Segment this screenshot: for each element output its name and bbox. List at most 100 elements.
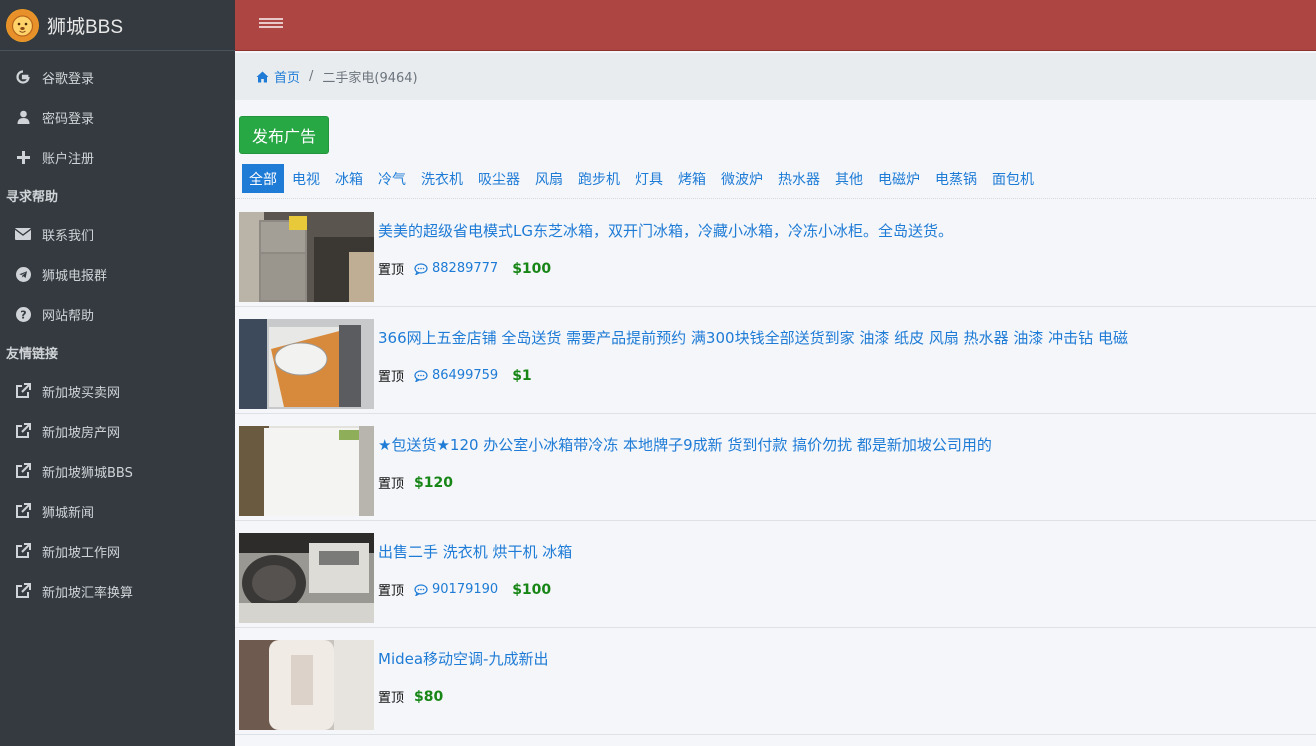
- listing-title[interactable]: 美美的超级省电模式LG东芝冰箱，双开门冰箱，冷藏小冰箱，冷冻小冰柜。全岛送货。: [378, 220, 953, 241]
- pinned-badge: 置顶: [378, 691, 405, 706]
- sidebar: 狮城BBS 谷歌登录 密码登录 账户注册 寻求帮助 联系我们 狮城电报群 ? 网…: [0, 0, 235, 746]
- listing-row: 366网上五金店铺 全岛送货 需要产品提前预约 满300块钱全部送货到家 油漆 …: [235, 307, 1316, 414]
- sidebar-item-password-login[interactable]: 密码登录: [0, 97, 235, 137]
- listing-price: $100: [512, 260, 552, 277]
- category-tab-all[interactable]: 全部: [242, 164, 284, 193]
- category-tab[interactable]: 电蒸锅: [928, 164, 984, 193]
- category-tab[interactable]: 电磁炉: [871, 164, 927, 193]
- plus-icon: [14, 148, 32, 166]
- listing-meta: 置顶 $80: [378, 687, 444, 707]
- listing-title[interactable]: 出售二手 洗衣机 烘干机 冰箱: [378, 541, 572, 562]
- listing-thumbnail[interactable]: [239, 212, 374, 302]
- external-link-icon: [14, 542, 32, 560]
- breadcrumb: 首页 / 二手家电(9464): [235, 53, 1316, 100]
- listing-thumbnail[interactable]: [239, 426, 374, 516]
- sidebar-item-register[interactable]: 账户注册: [0, 137, 235, 177]
- sidebar-item-label: 狮城新闻: [42, 505, 95, 521]
- brand-name: 狮城BBS: [47, 16, 124, 38]
- sidebar-item-link-jobs[interactable]: 新加坡工作网: [0, 531, 235, 571]
- sidebar-item-link-bbs[interactable]: 新加坡狮城BBS: [0, 451, 235, 491]
- links-header: 友情链接: [6, 347, 59, 362]
- listing-phone[interactable]: 86499759: [414, 368, 498, 383]
- sidebar-item-label: 网站帮助: [42, 308, 95, 324]
- question-circle-icon: ?: [14, 305, 32, 323]
- sidebar-item-label: 新加坡买卖网: [42, 385, 121, 401]
- svg-text:?: ?: [20, 308, 26, 321]
- category-tab[interactable]: 其他: [828, 164, 870, 193]
- listing-title[interactable]: Midea移动空调-九成新出: [378, 648, 548, 669]
- chat-bubble-icon: [414, 369, 428, 382]
- listing-row: ★包送货★120 办公室小冰箱带冷冻 本地牌子9成新 货到付款 搞价勿扰 都是新…: [235, 414, 1316, 521]
- listing-price: $80: [414, 688, 444, 705]
- category-tab[interactable]: 面包机: [985, 164, 1041, 193]
- category-tab[interactable]: 跑步机: [571, 164, 627, 193]
- sidebar-item-label: 谷歌登录: [42, 71, 95, 87]
- listing-meta: 置顶 90179190 $100: [378, 580, 551, 600]
- listing-meta: 置顶 $120: [378, 473, 453, 493]
- brand[interactable]: 狮城BBS: [0, 0, 235, 51]
- listing-price: $120: [414, 474, 453, 491]
- category-tab[interactable]: 灯具: [628, 164, 670, 193]
- google-icon: [14, 68, 32, 86]
- breadcrumb-current: 二手家电(9464): [322, 71, 418, 86]
- category-tab[interactable]: 热水器: [771, 164, 827, 193]
- sidebar-item-label: 狮城电报群: [42, 268, 108, 284]
- pinned-badge: 置顶: [378, 263, 405, 278]
- listing-thumbnail[interactable]: [239, 319, 374, 409]
- listing-meta: 置顶 86499759 $1: [378, 366, 532, 386]
- chat-bubble-icon: [414, 262, 428, 275]
- sidebar-item-contact[interactable]: 联系我们: [0, 214, 235, 254]
- help-header: 寻求帮助: [6, 190, 59, 205]
- divider: [235, 198, 1316, 199]
- phone-number: 90179190: [432, 582, 499, 597]
- listing-row: 出售二手 洗衣机 烘干机 冰箱 置顶 90179190 $100: [235, 521, 1316, 628]
- breadcrumb-separator: /: [309, 69, 314, 84]
- category-tab[interactable]: 吸尘器: [471, 164, 527, 193]
- category-tabs: 全部 电视 冰箱 冷气 洗衣机 吸尘器 风扇 跑步机 灯具 烤箱 微波炉 热水器…: [242, 164, 1042, 193]
- sidebar-item-google-login[interactable]: 谷歌登录: [0, 57, 235, 97]
- telegram-icon: [14, 265, 32, 283]
- sidebar-item-link-exchange[interactable]: 新加坡汇率换算: [0, 571, 235, 611]
- listing-phone[interactable]: 90179190: [414, 582, 498, 597]
- sidebar-item-label: 新加坡汇率换算: [42, 585, 134, 601]
- sidebar-item-label: 密码登录: [42, 111, 95, 127]
- breadcrumb-home-label: 首页: [274, 71, 301, 86]
- breadcrumb-home-link[interactable]: 首页: [256, 67, 300, 86]
- listing-thumbnail[interactable]: [239, 640, 374, 730]
- sidebar-item-help[interactable]: ? 网站帮助: [0, 294, 235, 334]
- listing-row: Midea移动空调-九成新出 置顶 $80: [235, 628, 1316, 735]
- category-tab[interactable]: 电视: [285, 164, 327, 193]
- sidebar-item-telegram[interactable]: 狮城电报群: [0, 254, 235, 294]
- external-link-icon: [14, 422, 32, 440]
- chat-bubble-icon: [414, 583, 428, 596]
- category-tab[interactable]: 洗衣机: [414, 164, 470, 193]
- external-link-icon: [14, 582, 32, 600]
- external-link-icon: [14, 462, 32, 480]
- sidebar-item-label: 新加坡狮城BBS: [42, 465, 133, 481]
- category-tab[interactable]: 微波炉: [714, 164, 770, 193]
- listing-phone[interactable]: 88289777: [414, 261, 498, 276]
- category-tab[interactable]: 冰箱: [328, 164, 370, 193]
- envelope-icon: [14, 225, 32, 243]
- listing-title[interactable]: ★包送货★120 办公室小冰箱带冷冻 本地牌子9成新 货到付款 搞价勿扰 都是新…: [378, 434, 992, 455]
- listing-meta: 置顶 88289777 $100: [378, 259, 552, 279]
- sidebar-item-link-property[interactable]: 新加坡房产网: [0, 411, 235, 451]
- home-icon: [256, 71, 269, 82]
- listing-title[interactable]: 366网上五金店铺 全岛送货 需要产品提前预约 满300块钱全部送货到家 油漆 …: [378, 327, 1128, 348]
- category-tab[interactable]: 冷气: [371, 164, 413, 193]
- pinned-badge: 置顶: [378, 370, 405, 385]
- main-content: 发布广告 全部 电视 冰箱 冷气 洗衣机 吸尘器 风扇 跑步机 灯具 烤箱 微波…: [235, 100, 1316, 746]
- sidebar-item-link-news[interactable]: 狮城新闻: [0, 491, 235, 531]
- sidebar-item-link-trade[interactable]: 新加坡买卖网: [0, 371, 235, 411]
- lion-logo-icon: [6, 8, 39, 42]
- sidebar-item-label: 新加坡房产网: [42, 425, 121, 441]
- user-icon: [14, 108, 32, 126]
- listing-thumbnail[interactable]: [239, 533, 374, 623]
- external-link-icon: [14, 502, 32, 520]
- category-tab[interactable]: 烤箱: [671, 164, 713, 193]
- top-navbar: [235, 0, 1316, 51]
- menu-toggle-icon[interactable]: [259, 16, 283, 30]
- sidebar-menu: 谷歌登录 密码登录 账户注册 寻求帮助 联系我们 狮城电报群 ? 网站帮助 友情…: [0, 51, 235, 611]
- post-ad-button[interactable]: 发布广告: [239, 116, 329, 154]
- category-tab[interactable]: 风扇: [528, 164, 570, 193]
